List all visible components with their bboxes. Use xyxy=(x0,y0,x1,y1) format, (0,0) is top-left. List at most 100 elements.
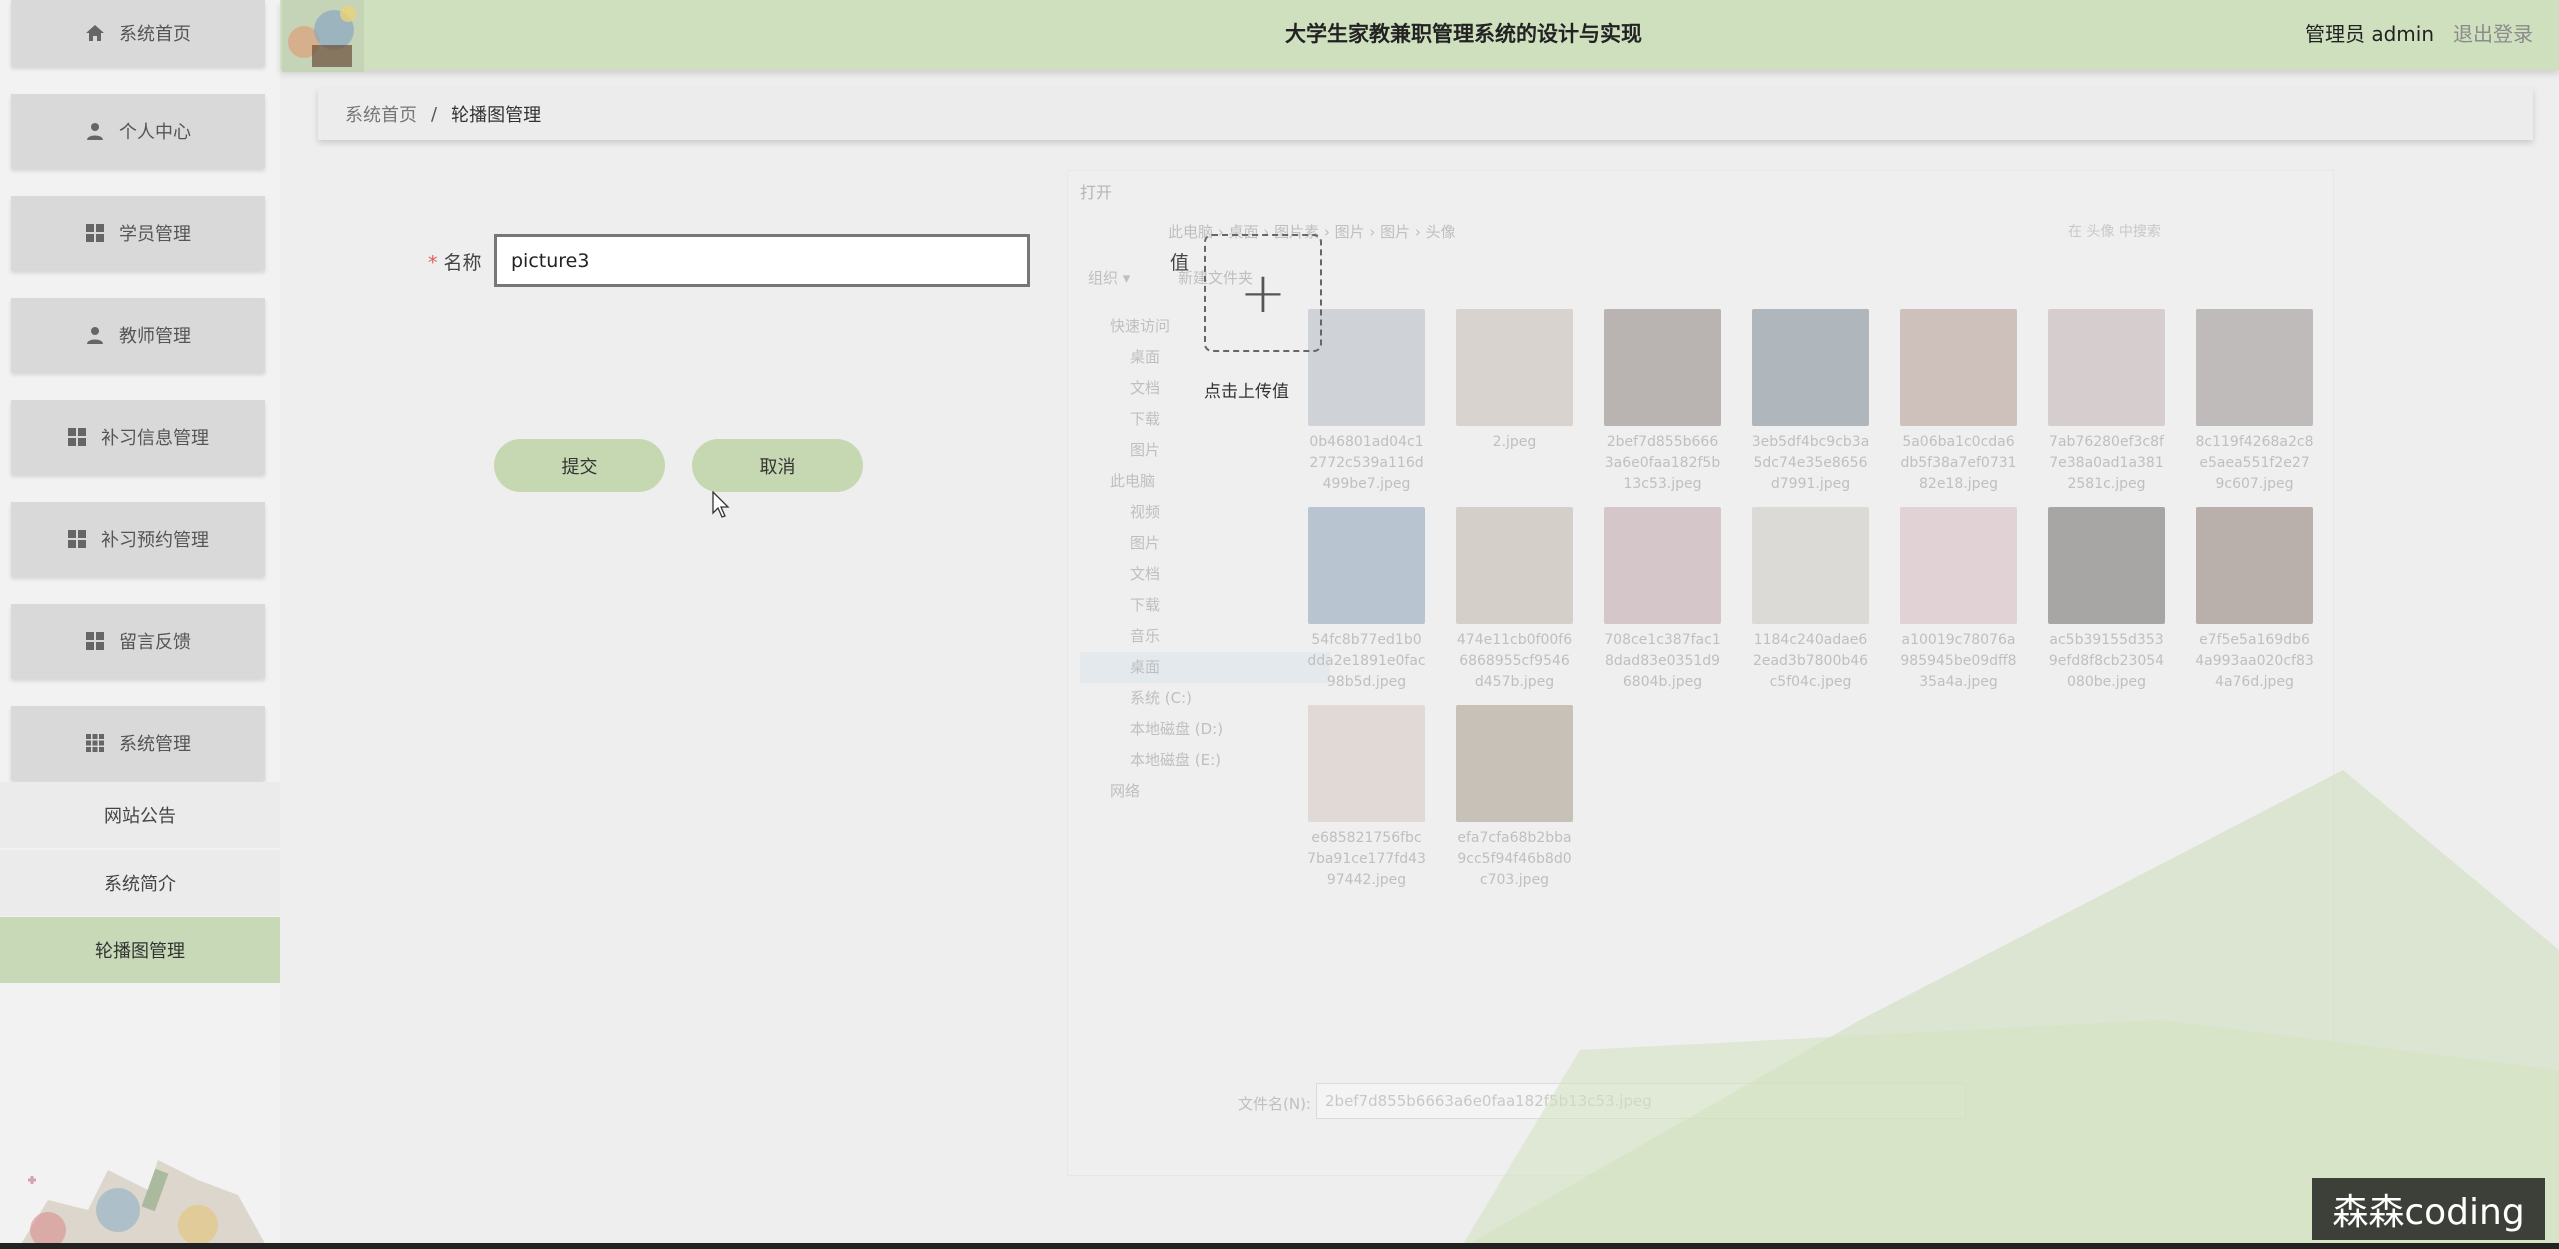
grid-icon xyxy=(68,530,86,548)
sidebar-item-label: 系统首页 xyxy=(119,24,191,45)
thumbnail-image xyxy=(1900,309,2017,426)
sidebar-subitem-label: 网站公告 xyxy=(104,806,176,827)
breadcrumb: 系统首页 / 轮播图管理 xyxy=(318,88,2533,140)
app-logo xyxy=(282,0,364,72)
grid-icon xyxy=(86,632,104,650)
bottom-border xyxy=(0,1243,2559,1249)
thumbnail-image xyxy=(1308,705,1425,822)
file-name: 3eb5df4bc9cb3a5dc74e35e8656d7991.jpeg xyxy=(1751,434,1870,492)
sidebar-item-tutoring-booking[interactable]: 补习预约管理 xyxy=(11,502,265,576)
file-thumbnail[interactable]: e7f5e5a169db64a993aa020cf834a76d.jpeg xyxy=(2181,507,2328,707)
sidebar-subitem-carousel[interactable]: 轮播图管理 xyxy=(0,917,280,983)
value-label: 值 xyxy=(1170,252,1190,274)
thumbnail-image xyxy=(1604,309,1721,426)
watermark: 森森coding xyxy=(2312,1178,2545,1240)
file-name: 474e11cb0f00f66868955cf9546d457b.jpeg xyxy=(1456,632,1573,690)
grid-icon xyxy=(86,224,104,242)
user-icon xyxy=(87,327,103,344)
file-name: 0b46801ad04c12772c539a116d499be7.jpeg xyxy=(1309,434,1424,492)
sidebar-item-teachers[interactable]: 教师管理 xyxy=(11,298,265,372)
file-thumbnail[interactable]: 1184c240adae62ead3b7800b46c5f04c.jpeg xyxy=(1737,507,1884,707)
sidebar-item-home[interactable]: 系统首页 xyxy=(11,0,265,66)
sidebar-item-feedback[interactable]: 留言反馈 xyxy=(11,604,265,678)
file-name: 54fc8b77ed1b0dda2e1891e0fac98b5d.jpeg xyxy=(1307,632,1426,690)
dialog-organize-button[interactable]: 组织 ▾ xyxy=(1088,267,1130,288)
sidebar-item-label: 个人中心 xyxy=(119,122,191,143)
file-name: 1184c240adae62ead3b7800b46c5f04c.jpeg xyxy=(1752,632,1869,690)
sidebar: 系统首页 个人中心 学员管理 教师管理 补习信息管理 补习预约管理 留言反馈 系… xyxy=(0,0,280,1249)
file-name: ac5b39155d3539efd8f8cb23054080be.jpeg xyxy=(2048,632,2165,690)
name-input[interactable] xyxy=(494,234,1030,287)
upload-button[interactable]: + xyxy=(1204,234,1322,352)
sidebar-item-label: 留言反馈 xyxy=(119,632,191,653)
required-mark: * xyxy=(428,252,438,274)
apps-icon xyxy=(86,734,104,752)
file-name: 5a06ba1c0cda6db5f38a7ef073182e18.jpeg xyxy=(1900,434,2017,492)
decorative-logo xyxy=(18,1160,268,1249)
submit-button[interactable]: 提交 xyxy=(494,439,665,492)
file-thumbnail[interactable]: 5a06ba1c0cda6db5f38a7ef073182e18.jpeg xyxy=(1885,309,2032,509)
name-label: * 名称 xyxy=(428,248,482,275)
file-thumbnail[interactable]: 7ab76280ef3c8f7e38a0ad1a3812581c.jpeg xyxy=(2033,309,2180,509)
breadcrumb-home[interactable]: 系统首页 xyxy=(345,101,417,127)
breadcrumb-current: 轮播图管理 xyxy=(451,105,542,126)
dialog-title: 打开 xyxy=(1080,183,1113,202)
sidebar-subitem-label: 轮播图管理 xyxy=(95,941,185,962)
thumbnail-image xyxy=(2048,507,2165,624)
thumbnail-image xyxy=(2196,507,2313,624)
app-title: 大学生家教兼职管理系统的设计与实现 xyxy=(1285,22,1642,46)
thumbnail-image xyxy=(1456,309,1573,426)
sidebar-item-label: 学员管理 xyxy=(119,224,191,245)
file-thumbnail[interactable]: 3eb5df4bc9cb3a5dc74e35e8656d7991.jpeg xyxy=(1737,309,1884,509)
sidebar-item-system[interactable]: 系统管理 xyxy=(11,706,265,780)
thumbnail-image xyxy=(1752,507,1869,624)
file-thumbnail[interactable]: 474e11cb0f00f66868955cf9546d457b.jpeg xyxy=(1441,507,1588,707)
sidebar-item-tutoring-info[interactable]: 补习信息管理 xyxy=(11,400,265,474)
sidebar-item-label: 教师管理 xyxy=(119,326,191,347)
file-name: 2bef7d855b6663a6e0faa182f5b13c53.jpeg xyxy=(1604,434,1721,492)
file-thumbnail[interactable]: ac5b39155d3539efd8f8cb23054080be.jpeg xyxy=(2033,507,2180,707)
upload-hint: 点击上传值 xyxy=(1204,382,1289,402)
grid-icon xyxy=(68,428,86,446)
file-name: 708ce1c387fac18dad83e0351d96804b.jpeg xyxy=(1604,632,1721,690)
file-thumbnail[interactable]: 8c119f4268a2c8e5aea551f2e279c607.jpeg xyxy=(2181,309,2328,509)
file-thumbnail[interactable]: e685821756fbc7ba91ce177fd4397442.jpeg xyxy=(1293,705,1440,905)
cancel-button[interactable]: 取消 xyxy=(692,439,863,492)
file-name: 8c119f4268a2c8e5aea551f2e279c607.jpeg xyxy=(2195,434,2314,492)
sidebar-item-students[interactable]: 学员管理 xyxy=(11,196,265,270)
file-thumbnail[interactable]: 54fc8b77ed1b0dda2e1891e0fac98b5d.jpeg xyxy=(1293,507,1440,707)
app-header: 大学生家教兼职管理系统的设计与实现 管理员 admin 退出登录 xyxy=(280,0,2559,72)
file-name: 2.jpeg xyxy=(1492,434,1537,450)
file-thumbnail[interactable]: 708ce1c387fac18dad83e0351d96804b.jpeg xyxy=(1589,507,1736,707)
plus-icon: + xyxy=(1239,260,1287,326)
name-label-text: 名称 xyxy=(443,252,482,274)
thumbnail-image xyxy=(1308,309,1425,426)
file-name: 7ab76280ef3c8f7e38a0ad1a3812581c.jpeg xyxy=(2049,434,2164,492)
sidebar-subitem-label: 系统简介 xyxy=(104,874,176,895)
home-icon xyxy=(86,25,104,41)
thumbnail-image xyxy=(1308,507,1425,624)
sidebar-item-label: 补习信息管理 xyxy=(101,428,209,449)
dialog-search-input[interactable]: 在 头像 中搜索 xyxy=(2068,221,2161,241)
thumbnail-image xyxy=(1456,507,1573,624)
thumbnail-image xyxy=(2048,309,2165,426)
file-thumbnail[interactable]: a10019c78076a985945be09dff835a4a.jpeg xyxy=(1885,507,2032,707)
sidebar-subitem-announcement[interactable]: 网站公告 xyxy=(0,782,280,848)
sidebar-subitem-intro[interactable]: 系统简介 xyxy=(0,850,280,916)
user-icon xyxy=(87,123,103,140)
file-thumbnail[interactable]: 2.jpeg xyxy=(1441,309,1588,509)
logout-link[interactable]: 退出登录 xyxy=(2453,18,2533,47)
thumbnail-image xyxy=(1604,507,1721,624)
file-name: e7f5e5a169db64a993aa020cf834a76d.jpeg xyxy=(2195,632,2314,690)
thumbnail-image xyxy=(1752,309,1869,426)
breadcrumb-separator: / xyxy=(431,103,438,125)
sidebar-item-label: 系统管理 xyxy=(119,734,191,755)
file-name: e685821756fbc7ba91ce177fd4397442.jpeg xyxy=(1307,830,1426,888)
sidebar-item-label: 补习预约管理 xyxy=(101,530,209,551)
file-thumbnail[interactable]: 2bef7d855b6663a6e0faa182f5b13c53.jpeg xyxy=(1589,309,1736,509)
mouse-cursor-icon xyxy=(712,491,730,518)
sidebar-item-personal[interactable]: 个人中心 xyxy=(11,94,265,168)
file-name: a10019c78076a985945be09dff835a4a.jpeg xyxy=(1900,632,2017,690)
thumbnail-image xyxy=(2196,309,2313,426)
admin-label: 管理员 admin xyxy=(2305,22,2435,46)
